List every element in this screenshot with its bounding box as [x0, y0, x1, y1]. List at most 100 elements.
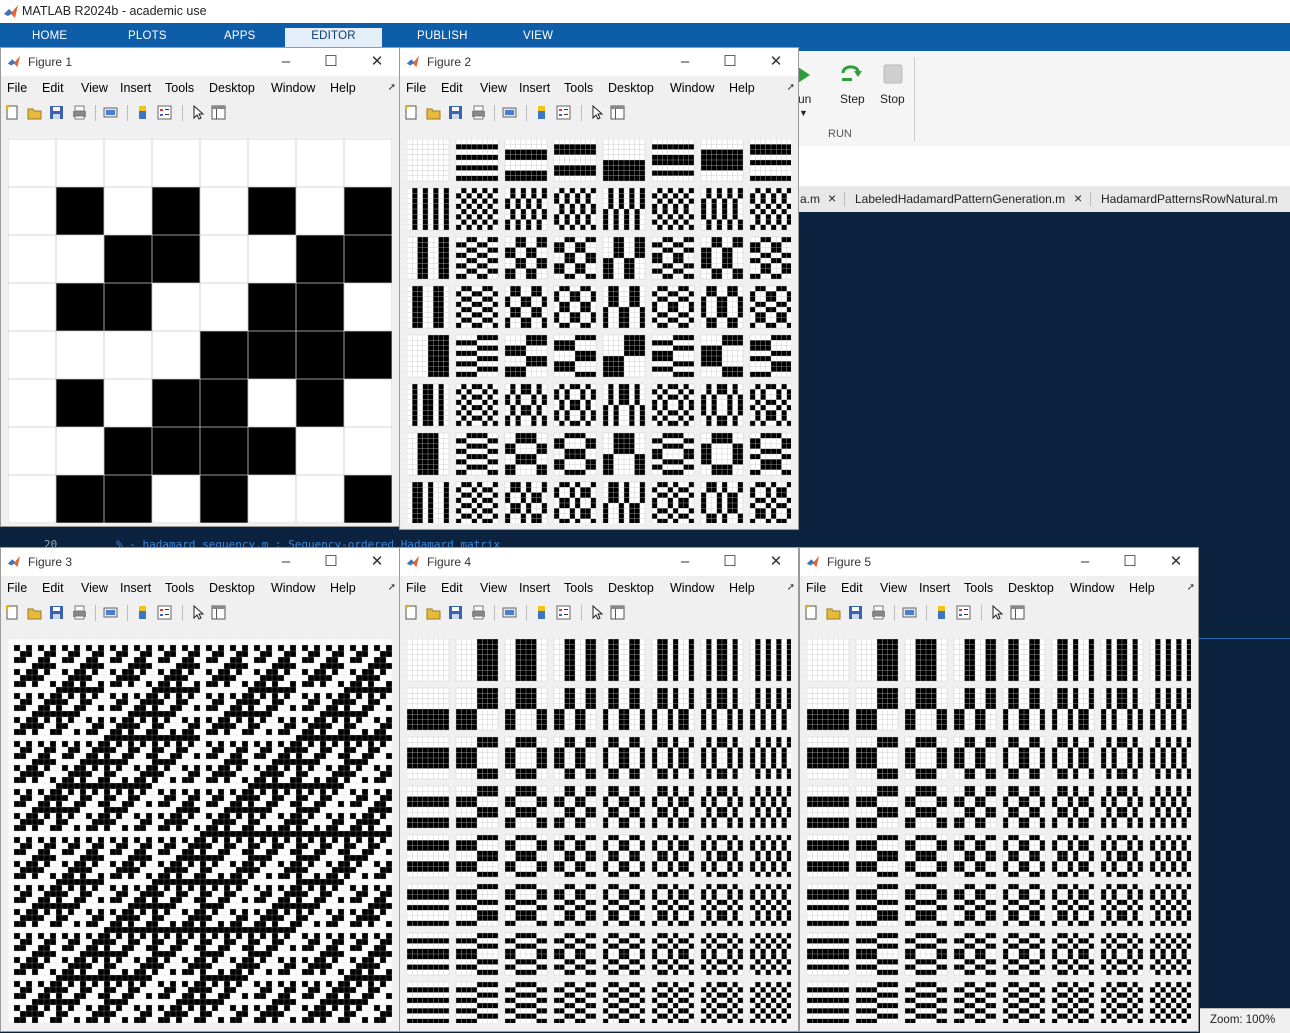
open-icon[interactable]: [426, 105, 441, 120]
dock-arrow-icon[interactable]: ➚: [787, 582, 795, 593]
menu-insert[interactable]: Insert: [519, 581, 550, 595]
pointer-icon[interactable]: [190, 605, 205, 620]
menu-window[interactable]: Window: [271, 81, 315, 95]
save-icon[interactable]: [49, 105, 64, 120]
menu-window[interactable]: Window: [670, 581, 714, 595]
tab-plots[interactable]: PLOTS: [128, 30, 167, 42]
pattern-axes[interactable]: [8, 639, 392, 1023]
menu-insert[interactable]: Insert: [519, 81, 550, 95]
print-icon[interactable]: [72, 605, 87, 620]
run-button[interactable]: un ▼: [798, 65, 818, 125]
figure-canvas[interactable]: [1, 126, 399, 526]
pointer-icon[interactable]: [589, 605, 604, 620]
dock-arrow-icon[interactable]: ➚: [388, 582, 396, 593]
figure-window-4[interactable]: Figure 4–☐✕FileEditViewInsertToolsDeskto…: [399, 547, 799, 1032]
menu-window[interactable]: Window: [670, 81, 714, 95]
file-tab-rownatural[interactable]: HadamardPatternsRowNatural.m: [1090, 192, 1278, 206]
link-icon[interactable]: [103, 605, 118, 620]
figure-window-2[interactable]: Figure 2–☐✕FileEditViewInsertToolsDeskto…: [399, 47, 799, 530]
figure-window-1[interactable]: Figure 1–☐✕FileEditViewInsertToolsDeskto…: [0, 47, 400, 527]
menu-file[interactable]: File: [7, 581, 27, 595]
maximize-icon[interactable]: ☐: [321, 52, 341, 72]
tab-view[interactable]: VIEW: [523, 30, 553, 42]
maximize-icon[interactable]: ☐: [321, 552, 341, 572]
menu-tools[interactable]: Tools: [564, 581, 593, 595]
file-tab-labeled[interactable]: LabeledHadamardPatternGeneration.m: [844, 192, 1076, 206]
colorbar-icon[interactable]: [135, 105, 150, 120]
menu-edit[interactable]: Edit: [42, 81, 64, 95]
figure-canvas[interactable]: [400, 626, 798, 1031]
menu-view[interactable]: View: [480, 81, 507, 95]
new-figure-icon[interactable]: [5, 105, 20, 120]
close-icon[interactable]: ✕: [766, 552, 786, 572]
pointer-icon[interactable]: [190, 105, 205, 120]
tab-apps[interactable]: APPS: [224, 30, 255, 42]
link-icon[interactable]: [502, 605, 517, 620]
colorbar-icon[interactable]: [534, 105, 549, 120]
maximize-icon[interactable]: ☐: [720, 52, 740, 72]
property-editor-icon[interactable]: [610, 605, 625, 620]
new-figure-icon[interactable]: [404, 605, 419, 620]
menu-insert[interactable]: Insert: [120, 81, 151, 95]
close-icon[interactable]: ✕: [367, 52, 387, 72]
colorbar-icon[interactable]: [135, 605, 150, 620]
tab-home[interactable]: HOME: [32, 30, 67, 42]
pattern-axes[interactable]: [407, 139, 791, 523]
file-tab-current[interactable]: a.m: [800, 192, 820, 206]
figure-canvas[interactable]: [1, 626, 399, 1031]
menu-desktop[interactable]: Desktop: [608, 581, 654, 595]
open-icon[interactable]: [27, 105, 42, 120]
print-icon[interactable]: [471, 105, 486, 120]
menu-desktop[interactable]: Desktop: [608, 81, 654, 95]
menu-edit[interactable]: Edit: [42, 581, 64, 595]
dock-arrow-icon[interactable]: ➚: [388, 82, 396, 93]
close-icon[interactable]: ×: [828, 190, 836, 206]
new-figure-icon[interactable]: [5, 605, 20, 620]
menu-insert[interactable]: Insert: [120, 581, 151, 595]
address-bar[interactable]: [798, 146, 1290, 187]
minimize-icon[interactable]: –: [675, 52, 695, 72]
figure-canvas[interactable]: [400, 126, 798, 529]
menu-desktop[interactable]: Desktop: [209, 81, 255, 95]
menu-desktop[interactable]: Desktop: [209, 581, 255, 595]
menu-view[interactable]: View: [81, 581, 108, 595]
menu-file[interactable]: File: [7, 81, 27, 95]
property-editor-icon[interactable]: [211, 105, 226, 120]
menu-tools[interactable]: Tools: [165, 81, 194, 95]
colorbar-icon[interactable]: [534, 605, 549, 620]
menu-view[interactable]: View: [480, 581, 507, 595]
menu-help[interactable]: Help: [729, 581, 755, 595]
step-button[interactable]: Step: [836, 61, 866, 121]
save-icon[interactable]: [448, 605, 463, 620]
menu-file[interactable]: File: [406, 581, 426, 595]
property-editor-icon[interactable]: [610, 105, 625, 120]
menu-file[interactable]: File: [406, 81, 426, 95]
open-icon[interactable]: [27, 605, 42, 620]
figure-window-3[interactable]: Figure 3–☐✕FileEditViewInsertToolsDeskto…: [0, 547, 400, 1032]
menu-help[interactable]: Help: [330, 81, 356, 95]
link-icon[interactable]: [502, 105, 517, 120]
property-editor-icon[interactable]: [211, 605, 226, 620]
print-icon[interactable]: [72, 105, 87, 120]
close-icon[interactable]: ×: [1074, 190, 1082, 206]
legend-icon[interactable]: [157, 105, 172, 120]
tab-publish[interactable]: PUBLISH: [417, 30, 468, 42]
menu-edit[interactable]: Edit: [441, 81, 463, 95]
pattern-axes[interactable]: [407, 639, 791, 1023]
new-figure-icon[interactable]: [404, 105, 419, 120]
dock-arrow-icon[interactable]: ➚: [787, 82, 795, 93]
print-icon[interactable]: [471, 605, 486, 620]
menu-tools[interactable]: Tools: [564, 81, 593, 95]
menu-edit[interactable]: Edit: [441, 581, 463, 595]
legend-icon[interactable]: [556, 605, 571, 620]
link-icon[interactable]: [103, 105, 118, 120]
minimize-icon[interactable]: –: [675, 552, 695, 572]
close-icon[interactable]: ✕: [367, 552, 387, 572]
save-icon[interactable]: [448, 105, 463, 120]
save-icon[interactable]: [49, 605, 64, 620]
minimize-icon[interactable]: –: [276, 52, 296, 72]
maximize-icon[interactable]: ☐: [720, 552, 740, 572]
minimize-icon[interactable]: –: [276, 552, 296, 572]
pointer-icon[interactable]: [589, 105, 604, 120]
menu-window[interactable]: Window: [271, 581, 315, 595]
